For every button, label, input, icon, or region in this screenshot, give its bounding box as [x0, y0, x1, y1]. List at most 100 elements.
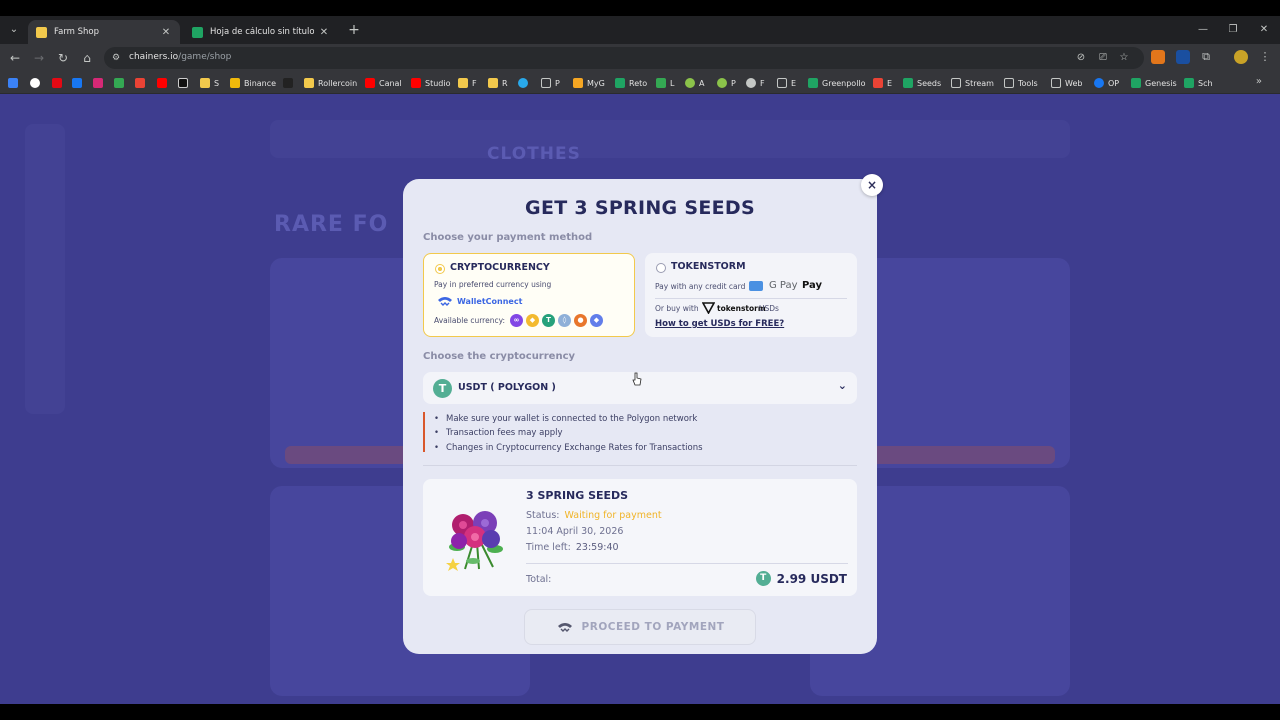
bookmark[interactable]: Reto: [615, 76, 647, 90]
payment-notes: Make sure your wallet is connected to th…: [423, 412, 857, 455]
eye-off-icon[interactable]: ⊘: [1074, 51, 1088, 65]
bookmark-folder[interactable]: E: [777, 76, 796, 90]
spring-seeds-flower-image: [446, 511, 503, 571]
bookmark[interactable]: L: [656, 76, 674, 90]
sheets-favicon-icon: [192, 26, 203, 38]
bookmark[interactable]: [178, 76, 192, 90]
payment-option-crypto[interactable]: CRYPTOCURRENCY Pay in preferred currency…: [423, 253, 635, 337]
credit-card-icon: [749, 281, 763, 291]
payment-option-tokenstorm[interactable]: TOKENSTORM Pay with any credit card G Pa…: [645, 253, 857, 337]
bookmark[interactable]: A: [685, 76, 704, 90]
bookmark[interactable]: [283, 76, 297, 90]
site-info-icon[interactable]: ⚙: [112, 52, 124, 64]
payment-method-label: Choose your payment method: [423, 232, 593, 243]
bookmark[interactable]: [52, 76, 66, 90]
note-item: Transaction fees may apply: [434, 426, 857, 440]
radio-selected-icon[interactable]: [435, 264, 445, 274]
order-summary: 3 SPRING SEEDS Status: Waiting for paymen…: [423, 479, 857, 596]
minimize-icon[interactable]: —: [1194, 21, 1212, 39]
close-tab-icon[interactable]: ✕: [318, 27, 330, 38]
bookmark[interactable]: P: [717, 76, 736, 90]
bookmark[interactable]: Genesis: [1131, 76, 1177, 90]
bookmark-folder[interactable]: Tools: [1004, 76, 1038, 90]
extension-icon[interactable]: [1176, 50, 1190, 64]
payment-option-title: TOKENSTORM: [671, 261, 746, 272]
bookmark[interactable]: MyG: [573, 76, 605, 90]
bookmark[interactable]: Binance: [230, 76, 276, 90]
walletconnect-label: WalletConnect: [457, 297, 523, 306]
side-nav: [25, 124, 65, 414]
divider: [526, 563, 848, 564]
bookmark[interactable]: Canal: [365, 76, 402, 90]
bookmark[interactable]: Seeds: [903, 76, 941, 90]
metamask-extension-icon[interactable]: [1151, 50, 1165, 64]
note-item: Changes in Cryptocurrency Exchange Rates…: [434, 441, 857, 455]
bookmark[interactable]: Greenpollo: [808, 76, 866, 90]
reload-icon[interactable]: ↻: [54, 49, 72, 67]
restore-icon[interactable]: ❐: [1224, 21, 1242, 39]
bookmark[interactable]: S: [200, 76, 219, 90]
payment-option-desc: Pay in preferred currency using: [434, 280, 552, 289]
payment-option-desc: Pay with any credit card: [655, 282, 746, 291]
how-to-get-usds-link[interactable]: How to get USDs for FREE?: [655, 319, 784, 329]
bookmark[interactable]: [30, 76, 44, 90]
bookmark[interactable]: [114, 76, 128, 90]
order-title: 3 SPRING SEEDS: [526, 489, 629, 502]
walletconnect-icon: [438, 297, 452, 306]
more-bookmarks-icon[interactable]: »: [1256, 76, 1262, 87]
bookmark[interactable]: R: [488, 76, 508, 90]
install-icon[interactable]: ⎚: [1096, 51, 1110, 65]
bnb-coin-icon: ◆: [526, 314, 539, 327]
back-icon[interactable]: ←: [6, 49, 24, 67]
bookmark[interactable]: OP: [1094, 76, 1119, 90]
close-modal-button[interactable]: ×: [861, 174, 883, 196]
tab-farm-shop[interactable]: Farm Shop ✕: [28, 20, 180, 44]
mouse-pointer-hand-icon: [632, 372, 642, 386]
available-currency-label: Available currency:: [434, 316, 505, 325]
star-icon[interactable]: ☆: [1117, 51, 1131, 65]
note-item: Make sure your wallet is connected to th…: [434, 412, 857, 426]
radio-unselected-icon[interactable]: [656, 263, 666, 273]
bookmark[interactable]: E: [873, 76, 892, 90]
tether-coin-icon: T: [542, 314, 555, 327]
bookmark-folder[interactable]: Web: [1051, 76, 1082, 90]
menu-kebab-icon[interactable]: ⋮: [1258, 50, 1272, 64]
new-tab-icon[interactable]: +: [346, 22, 362, 38]
browser-toolbar: ← → ↻ ⌂ ⚙ chainers.io/game/shop ⊘ ⎚ ☆ ⧉ …: [0, 44, 1280, 72]
category-title: CLOTHES: [487, 144, 581, 164]
bookmark[interactable]: [518, 76, 532, 90]
divider: [423, 465, 857, 466]
chevron-down-icon[interactable]: ⌄: [838, 379, 847, 392]
ethereum-coin-icon: ◆: [590, 314, 603, 327]
forward-icon[interactable]: →: [30, 49, 48, 67]
extensions-puzzle-icon[interactable]: ⧉: [1199, 50, 1213, 64]
order-total: T 2.99 USDT: [755, 571, 847, 586]
profile-avatar[interactable]: [1234, 50, 1248, 64]
bookmark[interactable]: Sch: [1184, 76, 1213, 90]
url-text[interactable]: chainers.io/game/shop: [129, 52, 231, 62]
home-icon[interactable]: ⌂: [78, 49, 96, 67]
address-bar[interactable]: ⚙ chainers.io/game/shop ⊘ ⎚ ☆: [104, 47, 1144, 69]
bookmark[interactable]: F: [458, 76, 477, 90]
proceed-to-payment-button[interactable]: PROCEED TO PAYMENT: [524, 609, 756, 645]
bookmark[interactable]: [8, 76, 22, 90]
tab-search-icon[interactable]: ⌄: [6, 22, 22, 38]
bookmark[interactable]: [93, 76, 107, 90]
close-window-icon[interactable]: ✕: [1255, 21, 1273, 39]
tab-spreadsheet[interactable]: Hoja de cálculo sin título - Hoja ✕: [184, 20, 338, 44]
bookmark-folder[interactable]: P: [541, 76, 560, 90]
bookmark[interactable]: [72, 76, 86, 90]
bookmark[interactable]: [135, 76, 149, 90]
close-tab-icon[interactable]: ✕: [160, 27, 172, 38]
bookmark-folder[interactable]: Stream: [951, 76, 994, 90]
bookmark[interactable]: [157, 76, 171, 90]
tokenstorm-logo-icon: [702, 302, 715, 314]
order-status: Status: Waiting for payment: [526, 510, 662, 521]
modal-title: GET 3 SPRING SEEDS: [525, 197, 755, 219]
bookmark[interactable]: Rollercoin: [304, 76, 357, 90]
screen-bottom-edge: [0, 704, 1280, 720]
bookmark[interactable]: F: [746, 76, 765, 90]
or-buy-label: Or buy with: [655, 304, 699, 313]
bookmarks-bar: S Binance Rollercoin Canal Studio F R P …: [0, 72, 1280, 94]
bookmark[interactable]: Studio: [411, 76, 450, 90]
